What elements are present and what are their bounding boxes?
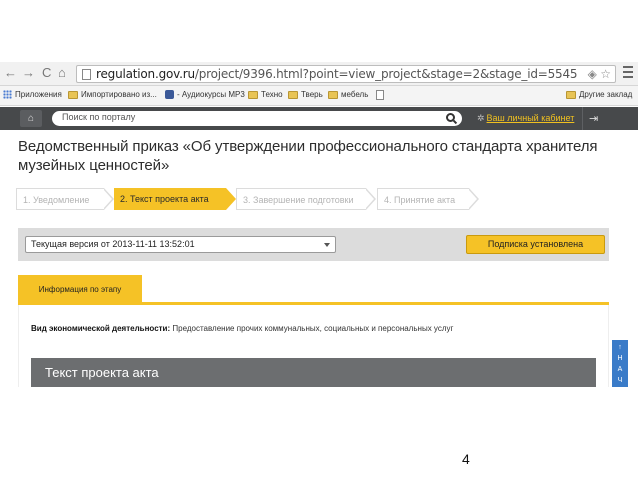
subscription-button[interactable]: Подписка установлена bbox=[466, 235, 605, 254]
scroll-top-button[interactable]: ↑ Н А Ч bbox=[612, 340, 628, 387]
bookmark-label: Другие заклад bbox=[579, 90, 633, 99]
bookmark-label: Импортировано из... bbox=[81, 90, 157, 99]
bookmark-blank[interactable] bbox=[376, 90, 387, 100]
bookmark-imported[interactable]: Импортировано из... bbox=[68, 90, 157, 99]
step-label: 3. Завершение подготовки bbox=[243, 195, 354, 205]
activity-value: Предоставление прочих коммунальных, соци… bbox=[172, 324, 454, 333]
bookmarks-bar: Приложения Импортировано из... - Аудиоку… bbox=[0, 86, 638, 106]
page-icon bbox=[82, 69, 91, 80]
step-label: 2. Текст проекта акта bbox=[120, 194, 209, 204]
section-header-draft-text: Текст проекта акта bbox=[31, 358, 596, 387]
slide-page-number: 4 bbox=[462, 451, 470, 467]
side-letter: Н bbox=[617, 355, 623, 362]
folder-icon bbox=[248, 90, 258, 99]
home-icon[interactable]: ⌂ bbox=[58, 65, 66, 81]
arrow-up-icon: ↑ bbox=[618, 344, 622, 351]
folder-icon bbox=[566, 90, 576, 99]
step-label: 1. Уведомление bbox=[23, 195, 90, 205]
browser-address-bar: ← → C ⌂ regulation.gov.ru/project/9396.h… bbox=[0, 62, 638, 86]
version-select[interactable]: Текущая версия от 2013-11-11 13:52:01 bbox=[25, 236, 336, 253]
blank-page-icon bbox=[376, 90, 384, 100]
folder-icon bbox=[288, 90, 298, 99]
activity-row: Вид экономической деятельности: Предоста… bbox=[31, 324, 453, 333]
apps-icon bbox=[3, 90, 12, 99]
version-select-value: Текущая версия от 2013-11-11 13:52:01 bbox=[31, 239, 195, 249]
bookmark-label: мебель bbox=[341, 90, 369, 99]
gear-icon: ✲ bbox=[477, 113, 485, 123]
step-completion[interactable]: 3. Завершение подготовки bbox=[236, 188, 376, 210]
side-letter: А bbox=[617, 366, 623, 373]
site-home-icon[interactable]: ⌂ bbox=[20, 110, 42, 127]
screenshot: ← → C ⌂ regulation.gov.ru/project/9396.h… bbox=[0, 62, 638, 387]
bookmark-tech[interactable]: Техно bbox=[248, 90, 283, 99]
menu-icon[interactable] bbox=[623, 66, 633, 81]
url-field[interactable]: regulation.gov.ru/project/9396.html?poin… bbox=[76, 65, 616, 83]
star-icon[interactable]: ◈ ☆ bbox=[588, 67, 611, 81]
activity-label: Вид экономической деятельности: bbox=[31, 324, 171, 333]
site-search-input[interactable]: Поиск по порталу bbox=[52, 111, 462, 126]
cabinet-link[interactable]: ✲ Ваш личный кабинет bbox=[477, 113, 574, 124]
bookmark-label: Тверь bbox=[301, 90, 323, 99]
tab-stage-info[interactable]: Информация по этапу bbox=[18, 275, 142, 304]
bookmark-furniture[interactable]: мебель bbox=[328, 90, 368, 99]
forward-icon[interactable]: → bbox=[22, 65, 35, 81]
back-icon[interactable]: ← bbox=[4, 65, 17, 81]
logout-icon[interactable]: ⇥ bbox=[589, 112, 598, 125]
step-draft-text[interactable]: 2. Текст проекта акта bbox=[114, 188, 236, 210]
bookmark-apps[interactable]: Приложения bbox=[3, 90, 62, 99]
step-label: 4. Принятие акта bbox=[384, 195, 456, 205]
cabinet-label: Ваш личный кабинет bbox=[486, 113, 575, 123]
url-text: regulation.gov.ru/project/9396.html?poin… bbox=[96, 67, 578, 81]
bookmark-tver[interactable]: Тверь bbox=[288, 90, 323, 99]
step-adoption[interactable]: 4. Принятие акта bbox=[377, 188, 479, 210]
url-host: regulation.gov.ru bbox=[96, 67, 195, 81]
search-placeholder: Поиск по порталу bbox=[62, 112, 136, 122]
site-header: ⌂ Поиск по порталу ✲ Ваш личный кабинет ⇥ bbox=[0, 107, 638, 130]
reload-icon[interactable]: C bbox=[42, 65, 51, 81]
folder-icon bbox=[328, 90, 338, 99]
favicon-icon bbox=[165, 90, 174, 99]
bookmark-other[interactable]: Другие заклад bbox=[566, 90, 632, 99]
search-icon[interactable] bbox=[446, 113, 455, 122]
version-panel: Текущая версия от 2013-11-11 13:52:01 По… bbox=[18, 228, 609, 261]
divider bbox=[582, 107, 583, 130]
step-notification[interactable]: 1. Уведомление bbox=[16, 188, 114, 210]
bookmark-label: - Аудиокурсы MP3 bbox=[177, 90, 245, 99]
bookmark-label: Приложения bbox=[15, 90, 62, 99]
url-path: /project/9396.html?point=view_project&st… bbox=[194, 67, 578, 81]
bookmark-label: Техно bbox=[261, 90, 283, 99]
side-letter: Ч bbox=[617, 377, 623, 384]
folder-icon bbox=[68, 90, 78, 99]
page-title: Ведомственный приказ «Об утверждении про… bbox=[18, 138, 598, 174]
chevron-down-icon bbox=[324, 243, 330, 247]
bookmark-audio[interactable]: - Аудиокурсы MP3 bbox=[165, 90, 245, 99]
